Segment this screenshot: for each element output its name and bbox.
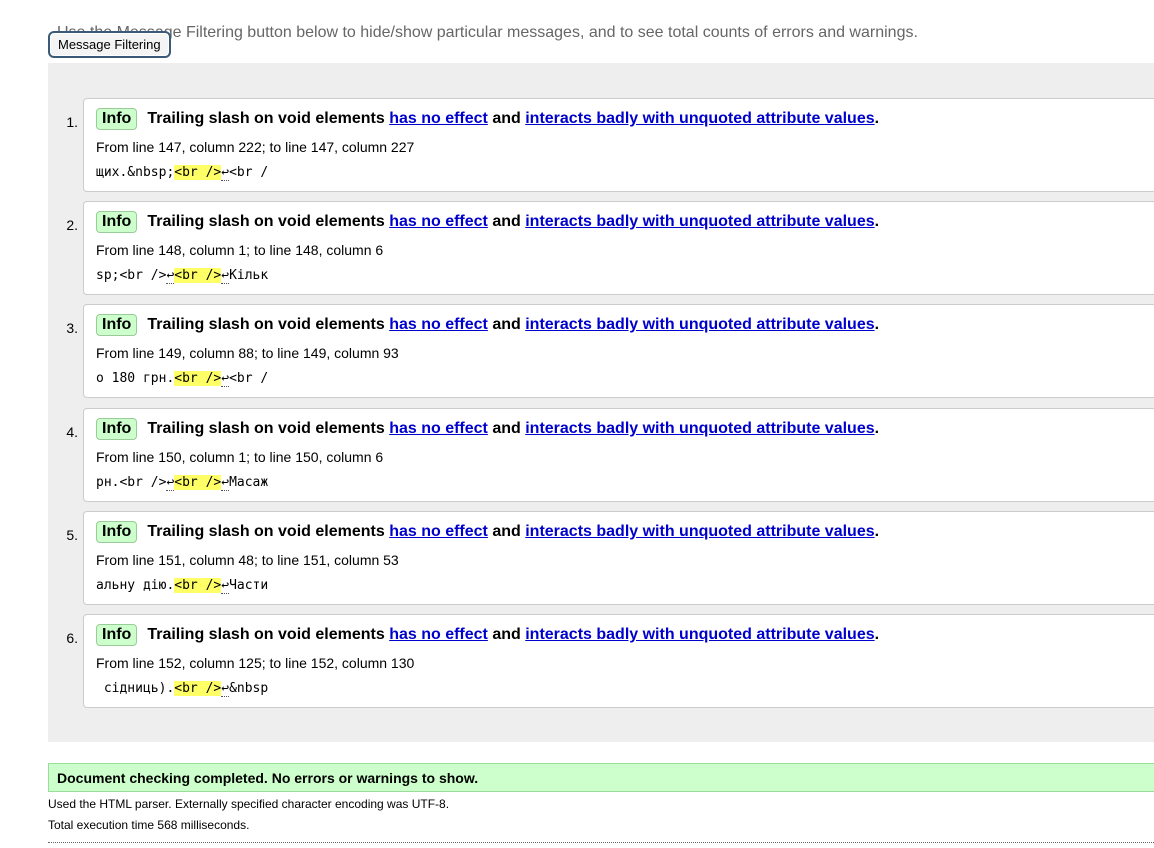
- info-badge: Info: [96, 314, 138, 336]
- unquoted-attribute-link[interactable]: interacts badly with unquoted attribute …: [525, 110, 874, 127]
- message-end: .: [874, 626, 880, 643]
- message-summary: Info Trailing slash on void elements has …: [96, 521, 879, 543]
- message-end: .: [874, 316, 880, 333]
- info-badge: Info: [96, 108, 138, 130]
- unquoted-attribute-link[interactable]: interacts badly with unquoted attribute …: [525, 213, 874, 230]
- message-connector: and: [492, 316, 521, 333]
- extract-highlight: <br />: [174, 578, 222, 593]
- message-title: Trailing slash on void elements: [147, 110, 385, 127]
- message-item: 1. Info Trailing slash on void elements ha…: [66, 98, 1154, 192]
- has-no-effect-link[interactable]: has no effect: [389, 420, 488, 437]
- extract-after: Масаж: [229, 475, 269, 490]
- unquoted-attribute-link[interactable]: interacts badly with unquoted attribute …: [525, 523, 874, 540]
- message-end: .: [874, 420, 880, 437]
- message-summary: Info Trailing slash on void elements has …: [96, 624, 879, 646]
- success-banner: Document checking completed. No errors o…: [48, 763, 1154, 792]
- source-extract: щих.&nbsp;<br />↩<br /: [96, 165, 269, 181]
- message-connector: and: [492, 110, 521, 127]
- message-title: Trailing slash on void elements: [147, 626, 385, 643]
- has-no-effect-link[interactable]: has no effect: [389, 316, 488, 333]
- message-title: Trailing slash on void elements: [147, 420, 385, 437]
- extract-before: щих.&nbsp;: [96, 165, 175, 180]
- has-no-effect-link[interactable]: has no effect: [389, 110, 488, 127]
- message-title: Trailing slash on void elements: [147, 523, 385, 540]
- message-location: From line 151, column 48; to line 151, c…: [96, 552, 399, 568]
- info-badge: Info: [96, 211, 138, 233]
- message-number: 2.: [66, 217, 78, 233]
- message-title: Trailing slash on void elements: [147, 316, 385, 333]
- message-location: From line 149, column 88; to line 149, c…: [96, 345, 399, 361]
- extract-highlight: <br />: [174, 371, 222, 386]
- message-summary: Info Trailing slash on void elements has …: [96, 211, 879, 233]
- extract-after: <br /: [229, 165, 269, 180]
- message-location: From line 150, column 1; to line 150, co…: [96, 449, 384, 465]
- extract-before: о 180 грн.: [96, 371, 175, 386]
- source-extract: рн.<br />↩<br />↩Масаж: [96, 475, 269, 491]
- message-number: 5.: [66, 527, 78, 543]
- source-extract: sp;<br />↩<br />↩Кільк: [96, 268, 269, 284]
- extract-before: альну дію.: [96, 578, 175, 593]
- message-item: 5. Info Trailing slash on void elements ha…: [66, 511, 1154, 605]
- has-no-effect-link[interactable]: has no effect: [389, 523, 488, 540]
- message-connector: and: [492, 523, 521, 540]
- extract-highlight: <br />: [174, 681, 222, 696]
- message-summary: Info Trailing slash on void elements has …: [96, 314, 879, 336]
- extract-after: Кільк: [229, 268, 269, 283]
- message-item: 2. Info Trailing slash on void elements ha…: [66, 201, 1154, 295]
- message-location: From line 152, column 125; to line 152, …: [96, 655, 415, 671]
- parser-note: Used the HTML parser. Externally specifi…: [48, 797, 450, 811]
- info-badge: Info: [96, 624, 138, 646]
- source-extract: сідниць).<br />↩&nbsp: [96, 681, 269, 697]
- message-location: From line 148, column 1; to line 148, co…: [96, 242, 384, 258]
- extract-before: сідниць).: [96, 681, 175, 696]
- unquoted-attribute-link[interactable]: interacts badly with unquoted attribute …: [525, 626, 874, 643]
- message-connector: and: [492, 213, 521, 230]
- extract-after: &nbsp: [229, 681, 269, 696]
- message-end: .: [874, 523, 880, 540]
- extract-after: <br /: [229, 371, 269, 386]
- info-badge: Info: [96, 418, 138, 440]
- message-summary: Info Trailing slash on void elements has …: [96, 108, 879, 130]
- message-number: 3.: [66, 320, 78, 336]
- messages-panel: 1. Info Trailing slash on void elements ha…: [48, 63, 1154, 742]
- line-break-icon: ↩: [221, 475, 230, 491]
- message-end: .: [874, 213, 880, 230]
- source-extract: о 180 грн.<br />↩<br /: [96, 371, 269, 387]
- has-no-effect-link[interactable]: has no effect: [389, 213, 488, 230]
- message-number: 1.: [66, 114, 78, 130]
- message-number: 4.: [66, 424, 78, 440]
- info-badge: Info: [96, 521, 138, 543]
- message-connector: and: [492, 420, 521, 437]
- line-break-icon: ↩: [221, 165, 230, 181]
- message-item: 3. Info Trailing slash on void elements ha…: [66, 304, 1154, 398]
- message-item: 6. Info Trailing slash on void elements ha…: [66, 614, 1154, 708]
- extract-before: рн.<br />: [96, 475, 167, 490]
- message-connector: and: [492, 626, 521, 643]
- footer-divider: [48, 842, 1154, 843]
- extract-highlight: <br />: [174, 165, 222, 180]
- extract-before: sp;<br />: [96, 268, 167, 283]
- extract-highlight: <br />: [174, 268, 222, 283]
- message-end: .: [874, 110, 880, 127]
- line-break-icon: ↩: [221, 578, 230, 594]
- message-location: From line 147, column 222; to line 147, …: [96, 139, 415, 155]
- line-break-icon: ↩: [221, 268, 230, 284]
- line-break-icon: ↩: [221, 371, 230, 387]
- unquoted-attribute-link[interactable]: interacts badly with unquoted attribute …: [525, 316, 874, 333]
- execution-time: Total execution time 568 milliseconds.: [48, 818, 250, 832]
- line-break-icon: ↩: [221, 681, 230, 697]
- message-summary: Info Trailing slash on void elements has …: [96, 418, 879, 440]
- intro-text: Use the Message Filtering button below t…: [57, 24, 918, 41]
- extract-after: Части: [229, 578, 269, 593]
- message-number: 6.: [66, 630, 78, 646]
- source-extract: альну дію.<br />↩Части: [96, 578, 269, 594]
- unquoted-attribute-link[interactable]: interacts badly with unquoted attribute …: [525, 420, 874, 437]
- extract-highlight: <br />: [174, 475, 222, 490]
- message-item: 4. Info Trailing slash on void elements ha…: [66, 408, 1154, 502]
- message-filtering-button[interactable]: Message Filtering: [48, 31, 171, 58]
- message-title: Trailing slash on void elements: [147, 213, 385, 230]
- has-no-effect-link[interactable]: has no effect: [389, 626, 488, 643]
